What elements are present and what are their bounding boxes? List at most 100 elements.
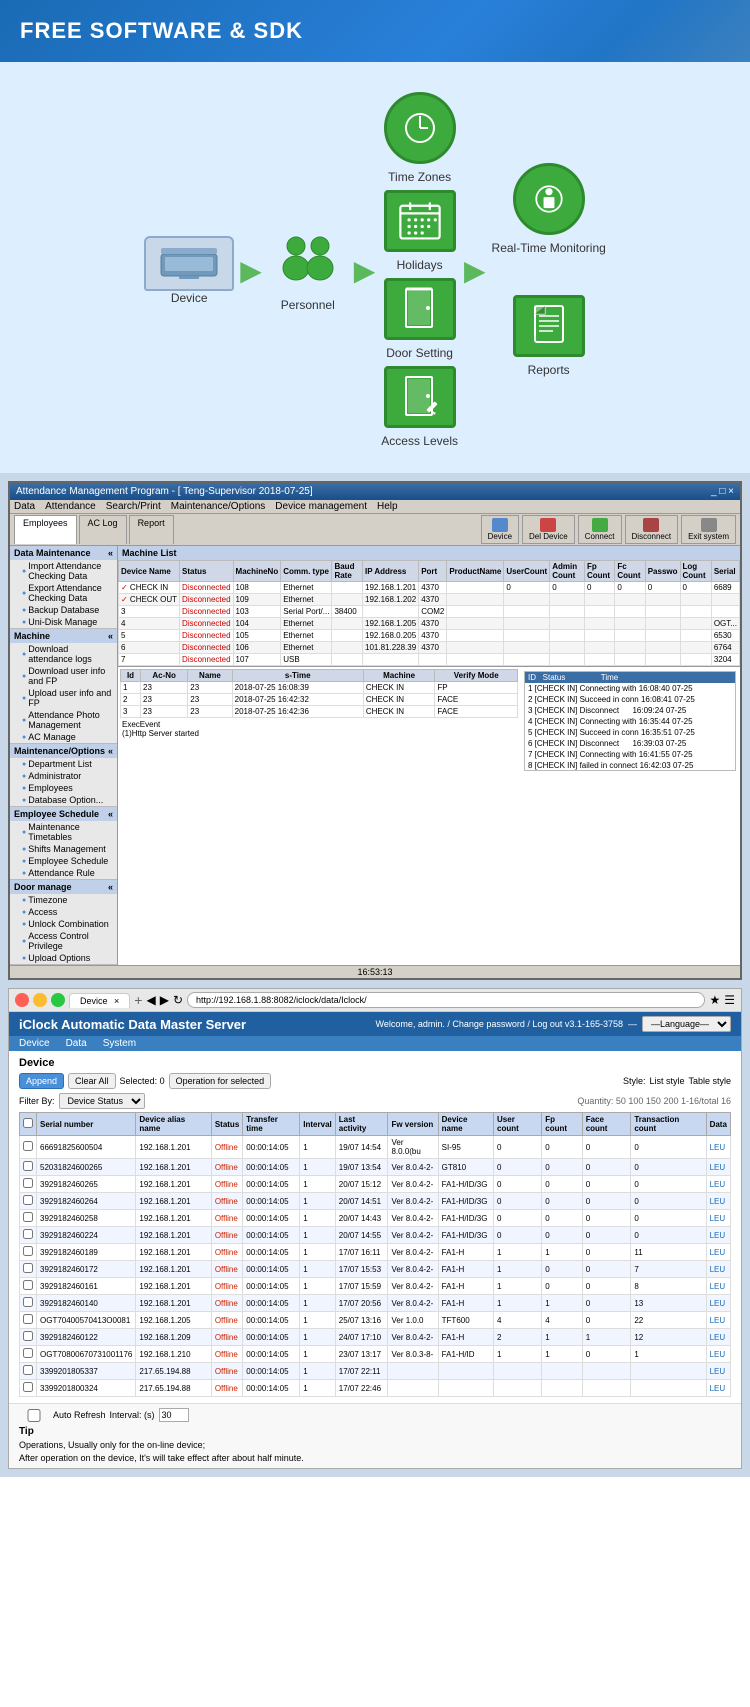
machine-row[interactable]: 5 Disconnected 105 Ethernet 192.168.0.20… — [119, 630, 740, 642]
machine-row[interactable]: 6 Disconnected 106 Ethernet 101.81.228.3… — [119, 642, 740, 654]
device-row[interactable]: 3929182460224 192.168.1.201 Offline 00:0… — [20, 1227, 731, 1244]
sidebar-shifts[interactable]: Shifts Management — [10, 843, 117, 855]
row-check[interactable] — [20, 1227, 37, 1244]
row-check[interactable] — [20, 1278, 37, 1295]
sidebar-import[interactable]: Import Attendance Checking Data — [10, 560, 117, 582]
menu-search[interactable]: Search/Print — [106, 501, 161, 512]
select-all[interactable] — [23, 1118, 33, 1128]
close-btn[interactable] — [15, 993, 29, 1007]
btn-operation[interactable]: Operation for selected — [169, 1073, 272, 1089]
sidebar-timezone[interactable]: Timezone — [10, 894, 117, 906]
sidebar-emp-schedule[interactable]: Employee Schedule — [10, 855, 117, 867]
min-btn[interactable] — [33, 993, 47, 1007]
nav-fwd[interactable]: ▶ — [160, 993, 169, 1007]
device-row[interactable]: 3929182460172 192.168.1.201 Offline 00:0… — [20, 1261, 731, 1278]
sidebar-unlock[interactable]: Unlock Combination — [10, 918, 117, 930]
tab-close-icon[interactable]: × — [114, 996, 119, 1006]
nav-system[interactable]: System — [103, 1038, 136, 1049]
url-bar[interactable]: http://192.168.1.88:8082/iclock/data/Icl… — [187, 992, 705, 1008]
sidebar-download-logs[interactable]: Download attendance logs — [10, 643, 117, 665]
row-check[interactable] — [20, 1193, 37, 1210]
nav-back[interactable]: ◀ — [146, 993, 155, 1007]
machine-row[interactable]: ✓ CHECK IN Disconnected 108 Ethernet 192… — [119, 582, 740, 594]
sidebar-header-schedule[interactable]: Employee Schedule« — [10, 807, 117, 821]
sidebar-access[interactable]: Access — [10, 906, 117, 918]
machine-row[interactable]: 4 Disconnected 104 Ethernet 192.168.1.20… — [119, 618, 740, 630]
menu-device[interactable]: Device management — [275, 501, 367, 512]
btn-clear-all[interactable]: Clear All — [68, 1073, 116, 1089]
nav-data[interactable]: Data — [66, 1038, 87, 1049]
btn-device[interactable]: Device — [481, 515, 519, 544]
btn-connect[interactable]: Connect — [578, 515, 622, 544]
row-check[interactable] — [20, 1176, 37, 1193]
btn-del-device[interactable]: Del Device — [522, 515, 575, 544]
device-row[interactable]: 3929182460258 192.168.1.201 Offline 00:0… — [20, 1210, 731, 1227]
device-row[interactable]: 3929182460264 192.168.1.201 Offline 00:0… — [20, 1193, 731, 1210]
sidebar-export[interactable]: Export Attendance Checking Data — [10, 582, 117, 604]
browser-tab[interactable]: Device × — [69, 993, 130, 1008]
tab-report[interactable]: Report — [129, 515, 174, 544]
row-check[interactable] — [20, 1380, 37, 1397]
device-row[interactable]: OGT70800670731001176 192.168.1.210 Offli… — [20, 1346, 731, 1363]
tab-aclog[interactable]: AC Log — [79, 515, 127, 544]
device-row[interactable]: 3929182460265 192.168.1.201 Offline 00:0… — [20, 1176, 731, 1193]
row-check[interactable] — [20, 1346, 37, 1363]
device-row[interactable]: 3929182460189 192.168.1.201 Offline 00:0… — [20, 1244, 731, 1261]
sidebar-header-machine[interactable]: Machine« — [10, 629, 117, 643]
sidebar-acl[interactable]: Access Control Privilege — [10, 930, 117, 952]
auto-refresh-checkbox[interactable] — [19, 1409, 49, 1422]
device-row[interactable]: 3929182460140 192.168.1.201 Offline 00:0… — [20, 1295, 731, 1312]
max-btn[interactable] — [51, 993, 65, 1007]
sidebar-backup[interactable]: Backup Database — [10, 604, 117, 616]
machine-row[interactable]: 7 Disconnected 107 USB — [119, 654, 740, 666]
language-select[interactable]: —Language— — [642, 1016, 731, 1032]
sidebar-db[interactable]: Database Option... — [10, 794, 117, 806]
row-check[interactable] — [20, 1363, 37, 1380]
row-check[interactable] — [20, 1261, 37, 1278]
btn-disconnect[interactable]: Disconnect — [625, 515, 679, 544]
settings-icon[interactable]: ☰ — [724, 993, 735, 1007]
sidebar-photo[interactable]: Attendance Photo Management — [10, 709, 117, 731]
device-row[interactable]: 3929182460161 192.168.1.201 Offline 00:0… — [20, 1278, 731, 1295]
filter-select[interactable]: Device Status — [59, 1093, 145, 1109]
device-row[interactable]: 66691825600504 192.168.1.201 Offline 00:… — [20, 1136, 731, 1159]
sidebar-unidisk[interactable]: Uni-Disk Manage — [10, 616, 117, 628]
machine-row[interactable]: 3 Disconnected 103 Serial Port/... 38400… — [119, 606, 740, 618]
sidebar-admin[interactable]: Administrator — [10, 770, 117, 782]
device-row[interactable]: 3399201805337 217.65.194.88 Offline 00:0… — [20, 1363, 731, 1380]
sidebar-dept[interactable]: Department List — [10, 758, 117, 770]
sidebar-timetables[interactable]: Maintenance Timetables — [10, 821, 117, 843]
new-tab-btn[interactable]: + — [134, 992, 142, 1008]
sidebar-upload-user[interactable]: Upload user info and FP — [10, 687, 117, 709]
sidebar-header-door[interactable]: Door manage« — [10, 880, 117, 894]
sidebar-download-user[interactable]: Download user info and FP — [10, 665, 117, 687]
sidebar-ac[interactable]: AC Manage — [10, 731, 117, 743]
row-check[interactable] — [20, 1244, 37, 1261]
menu-maintenance[interactable]: Maintenance/Options — [171, 501, 266, 512]
sidebar-header-data[interactable]: Data Maintenance« — [10, 546, 117, 560]
menu-data[interactable]: Data — [14, 501, 35, 512]
table-style-option[interactable]: Table style — [688, 1076, 731, 1086]
machine-row[interactable]: ✓ CHECK OUT Disconnected 109 Ethernet 19… — [119, 594, 740, 606]
device-row[interactable]: 3929182460122 192.168.1.209 Offline 00:0… — [20, 1329, 731, 1346]
btn-exit[interactable]: Exit system — [681, 515, 736, 544]
device-row[interactable]: 52031824600265 192.168.1.201 Offline 00:… — [20, 1159, 731, 1176]
sidebar-header-maintenance[interactable]: Maintenance/Options« — [10, 744, 117, 758]
device-row[interactable]: 3399201800324 217.65.194.88 Offline 00:0… — [20, 1380, 731, 1397]
interval-input[interactable] — [159, 1408, 189, 1422]
nav-device[interactable]: Device — [19, 1038, 50, 1049]
menu-attendance[interactable]: Attendance — [45, 501, 96, 512]
row-check[interactable] — [20, 1329, 37, 1346]
nav-refresh[interactable]: ↻ — [173, 993, 183, 1007]
row-check[interactable] — [20, 1312, 37, 1329]
bookmark-icon[interactable]: ★ — [709, 993, 720, 1007]
row-check[interactable] — [20, 1295, 37, 1312]
sidebar-upload-opt[interactable]: Upload Options — [10, 952, 117, 964]
menu-help[interactable]: Help — [377, 501, 398, 512]
sidebar-employees[interactable]: Employees — [10, 782, 117, 794]
btn-append[interactable]: Append — [19, 1073, 64, 1089]
row-check[interactable] — [20, 1159, 37, 1176]
row-check[interactable] — [20, 1136, 37, 1159]
row-check[interactable] — [20, 1210, 37, 1227]
list-style-option[interactable]: List style — [649, 1076, 684, 1086]
